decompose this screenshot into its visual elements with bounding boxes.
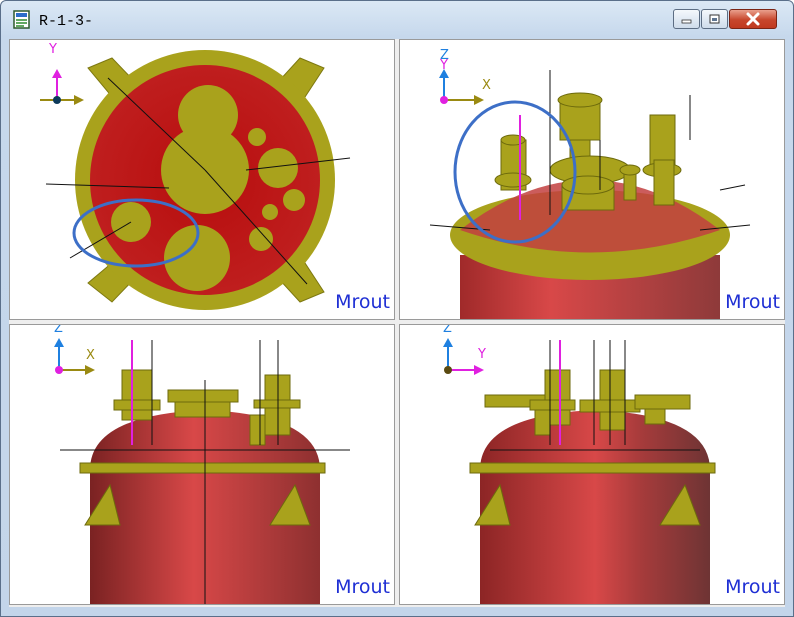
viewport-grid: Y Mrout Z Y X Mrout Z X Mrout Z Y Mrout (9, 39, 785, 607)
title-bar[interactable]: R-1-3- (1, 1, 793, 39)
side-head (480, 410, 710, 470)
axis-label-y: Y (49, 42, 57, 57)
axis-label-x: X (86, 348, 95, 363)
axis-triad-icon (439, 69, 484, 105)
view-label: Mrout (335, 576, 390, 598)
side-shell (480, 465, 710, 604)
front-view-scene (54, 338, 350, 604)
front-flange (79, 462, 326, 474)
axis-label-z: Z (54, 324, 63, 336)
minimize-button[interactable] (673, 9, 700, 29)
maximize-button[interactable] (701, 9, 728, 29)
iso-view-viewport[interactable]: Z Y X Mrout (399, 39, 785, 320)
front-view-viewport[interactable]: Z X Mrout (9, 324, 395, 605)
maximize-icon (709, 14, 720, 24)
axis-label-y: Y (440, 58, 448, 73)
axis-label-x: X (482, 78, 491, 93)
side-view-scene (443, 338, 716, 604)
view-label: Mrout (725, 291, 780, 313)
close-icon (746, 12, 760, 26)
app-window: R-1-3- Y Mrout Z Y X Mrout Z X Mrout Z Y… (0, 0, 794, 617)
side-view-viewport[interactable]: Z Y Mrout (399, 324, 785, 605)
view-label: Mrout (335, 291, 390, 313)
axis-label-y: Y (478, 347, 486, 362)
axis-label-z: Z (443, 324, 452, 336)
view-label: Mrout (725, 576, 780, 598)
close-button[interactable] (729, 9, 777, 29)
axis-triad-icon (40, 69, 84, 105)
top-view-scene (40, 50, 351, 310)
side-flange (469, 462, 716, 474)
document-icon (13, 10, 30, 29)
iso-view-scene (429, 69, 751, 319)
top-view-viewport[interactable]: Y Mrout (9, 39, 395, 320)
window-title: R-1-3- (39, 13, 94, 30)
minimize-icon (681, 19, 692, 24)
